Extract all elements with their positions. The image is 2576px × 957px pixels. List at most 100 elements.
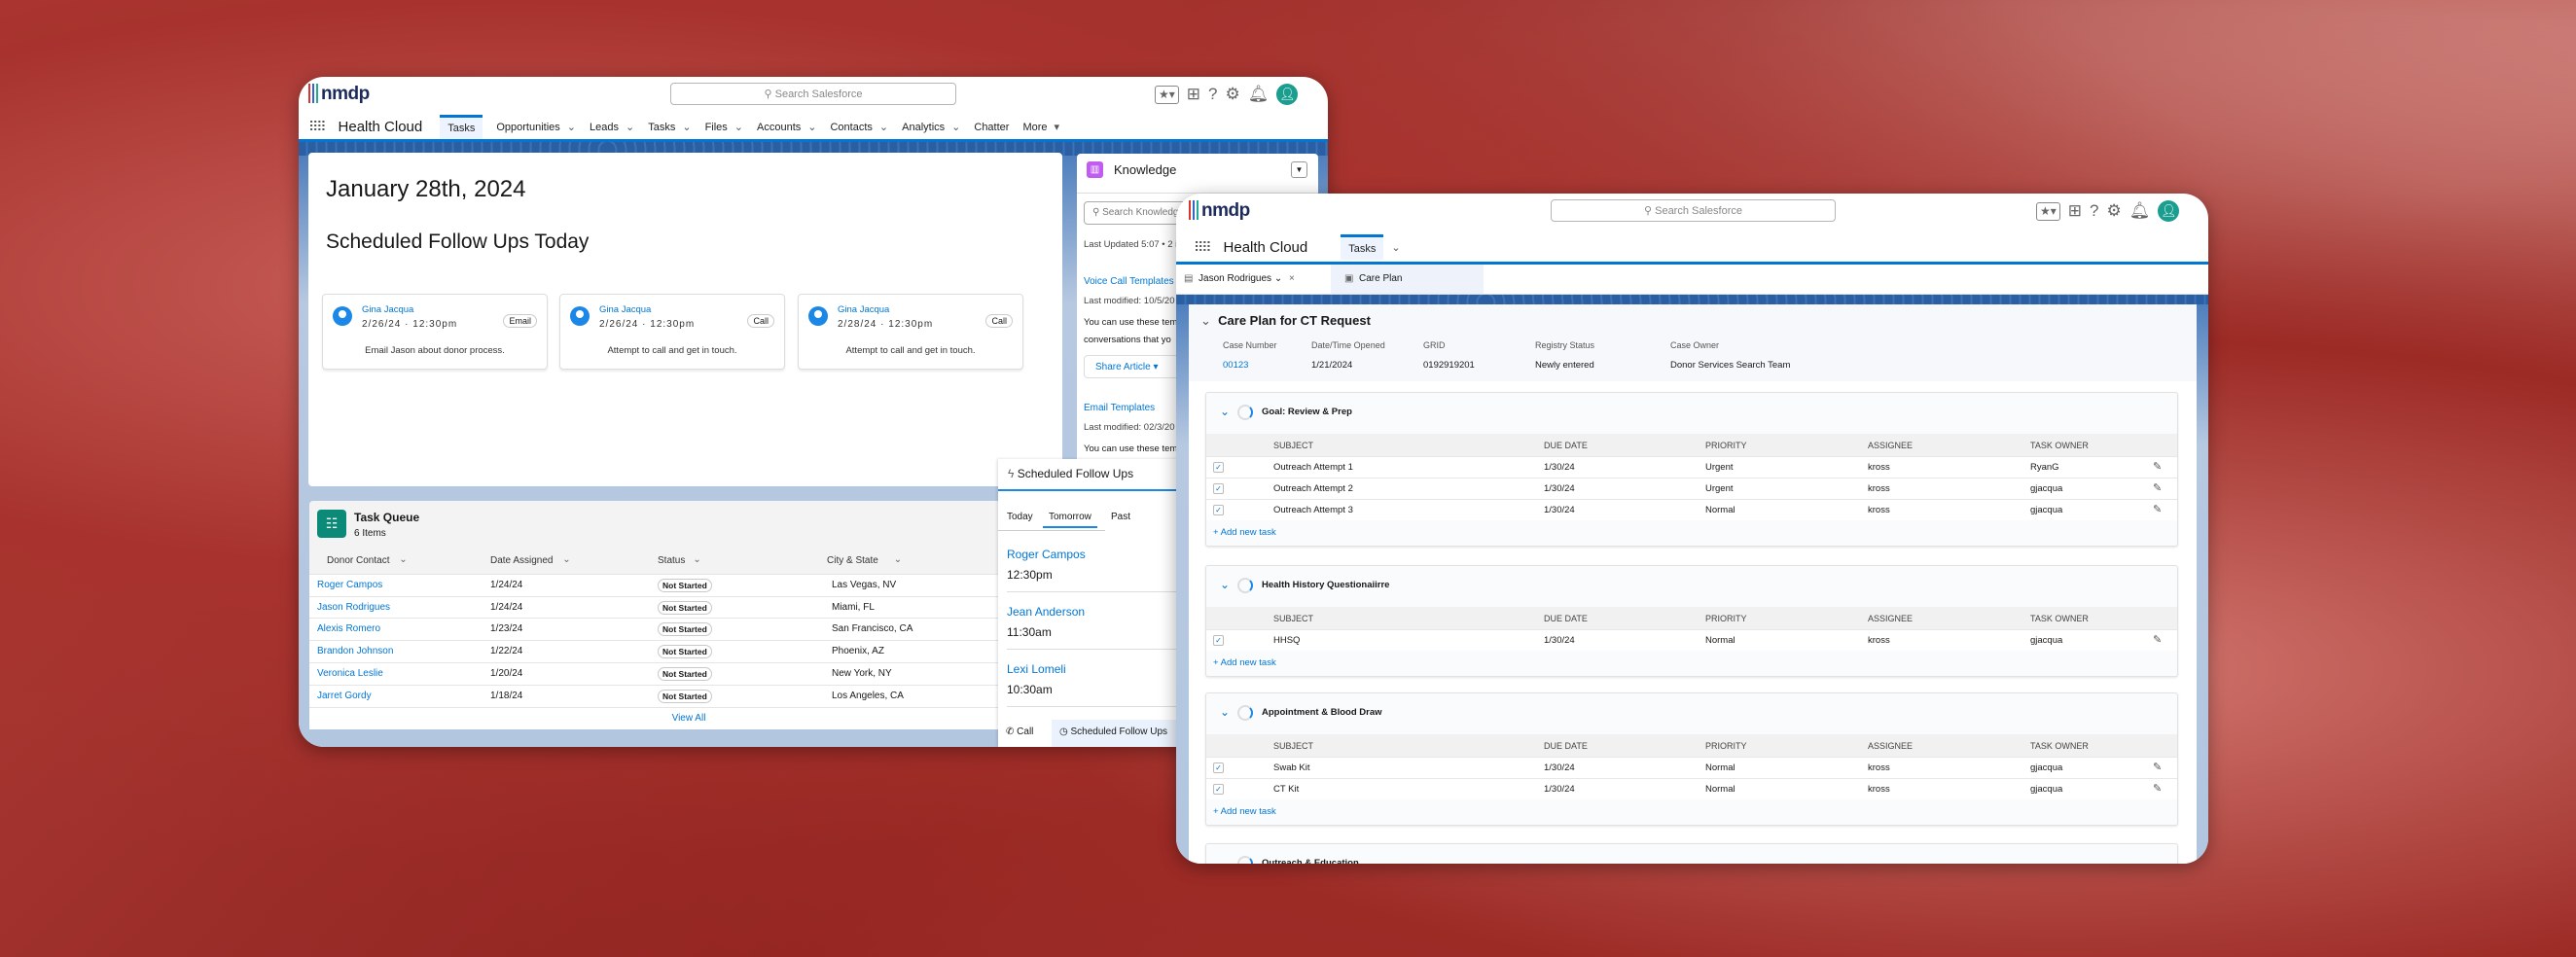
column-header[interactable]: Donor Contact — [327, 555, 389, 566]
nav-item-more[interactable]: More ▾ — [1022, 121, 1059, 133]
share-article-button[interactable]: Share Article ▾ — [1084, 355, 1191, 378]
scheduled-follow-ups-tab[interactable]: ◷ Scheduled Follow Ups — [1052, 720, 1183, 747]
column-header[interactable]: City & State — [827, 555, 878, 566]
user-avatar[interactable]: 👤︎ — [1276, 84, 1299, 105]
help-icon[interactable]: ? — [2090, 201, 2098, 221]
donor-contact-link[interactable]: Roger Campos — [317, 580, 382, 590]
tab-tasks[interactable]: Tasks — [1341, 234, 1384, 260]
chevron-down-icon[interactable]: ⌄ — [682, 122, 691, 133]
task-checkbox[interactable]: ✓ — [1213, 483, 1224, 494]
article-link[interactable]: Email Templates — [1084, 403, 1155, 413]
health-cloud-home-window: nmdp ⚲ Search Salesforce ★▾ ⊞? ⚙ 🔔︎ 👤︎ ⠿⠿… — [299, 77, 1328, 747]
nav-item-analytics[interactable]: Analytics ⌄ — [902, 121, 960, 133]
contact-name-link[interactable]: Gina Jacqua — [599, 304, 651, 315]
chevron-down-icon[interactable]: ⌄ — [807, 122, 816, 133]
nav-item-opportunities[interactable]: Opportunities ⌄ — [496, 121, 576, 133]
follow-up-card[interactable]: Gina Jacqua 2/26/24 · 12:30pm Email Email J… — [322, 294, 548, 370]
bell-icon[interactable]: 🔔︎ — [1248, 85, 1270, 104]
nav-item-contacts[interactable]: Contacts ⌄ — [830, 121, 888, 133]
chevron-down-icon[interactable]: ⌄ — [567, 122, 576, 133]
sort-chevron-icon[interactable]: ⌄ — [562, 554, 570, 565]
task-checkbox[interactable]: ✓ — [1213, 635, 1224, 646]
task-checkbox[interactable]: ✓ — [1213, 462, 1224, 473]
collapse-chevron-icon[interactable]: ⌄ — [1220, 705, 1230, 719]
task-queue-icon: ☷ — [317, 510, 346, 538]
tab-today[interactable]: Today — [1007, 512, 1033, 522]
follow-up-card[interactable]: Gina Jacqua 2/26/24 · 12:30pm Call Attempt … — [559, 294, 785, 370]
help-icon[interactable]: ? — [1208, 85, 1217, 104]
edit-pencil-icon[interactable]: ✎ — [2153, 481, 2162, 494]
add-icon[interactable]: ⊞ — [1187, 85, 1200, 104]
column-header[interactable]: Status — [658, 555, 685, 566]
app-launcher-icon[interactable]: ⠿⠿ — [1194, 239, 1211, 256]
nav-item-leads[interactable]: Leads ⌄ — [590, 121, 634, 133]
contact-name-link[interactable]: Gina Jacqua — [838, 304, 889, 315]
global-search-input[interactable]: ⚲ Search Salesforce — [1551, 199, 1836, 222]
add-new-task-button[interactable]: + Add new task — [1213, 806, 1276, 817]
nav-item-files[interactable]: Files ⌄ — [705, 121, 743, 133]
nav-item-chatter[interactable]: Chatter — [974, 122, 1009, 133]
case-number-link[interactable]: 00123 — [1223, 360, 1248, 371]
donor-contact-link[interactable]: Jason Rodrigues — [317, 602, 390, 613]
task-checkbox[interactable]: ✓ — [1213, 762, 1224, 773]
donor-contact-link[interactable]: Veronica Leslie — [317, 668, 383, 679]
global-search-input[interactable]: ⚲ Search Salesforce — [670, 83, 956, 105]
add-new-task-button[interactable]: + Add new task — [1213, 527, 1276, 538]
follow-up-card[interactable]: Gina Jacqua 2/28/24 · 12:30pm Call Attempt … — [798, 294, 1023, 370]
chevron-down-icon[interactable]: ⌄ — [626, 122, 634, 133]
goal-title: Outreach & Education — [1262, 858, 1359, 864]
donor-contact-link[interactable]: Jarret Gordy — [317, 691, 372, 701]
nav-item-accounts[interactable]: Accounts ⌄ — [757, 121, 816, 133]
subtab-jason-rodrigues[interactable]: ▤ Jason Rodrigues ⌄ × — [1184, 273, 1295, 284]
nmdp-logo[interactable]: nmdp — [308, 84, 370, 105]
edit-pencil-icon[interactable]: ✎ — [2153, 460, 2162, 473]
field-label: Date/Time Opened — [1311, 340, 1385, 350]
edit-pencil-icon[interactable]: ✎ — [2153, 633, 2162, 646]
favorites-star-icon[interactable]: ★▾ — [2036, 201, 2060, 221]
task-checkbox[interactable]: ✓ — [1213, 505, 1224, 515]
gear-icon[interactable]: ⚙ — [1226, 85, 1240, 104]
nmdp-logo[interactable]: nmdp — [1189, 200, 1250, 222]
chevron-down-icon[interactable]: ⌄ — [879, 122, 888, 133]
collapse-chevron-icon[interactable]: ⌄ — [1220, 856, 1230, 864]
favorites-star-icon[interactable]: ★▾ — [1155, 85, 1179, 104]
chevron-down-icon[interactable]: ⌄ — [951, 122, 960, 133]
edit-pencil-icon[interactable]: ✎ — [2153, 761, 2162, 773]
app-launcher-icon[interactable]: ⠿⠿ — [308, 119, 326, 135]
gear-icon[interactable]: ⚙ — [2107, 201, 2122, 221]
edit-pencil-icon[interactable]: ✎ — [2153, 503, 2162, 515]
follow-up-contact-link[interactable]: Lexi Lomeli — [1007, 662, 1066, 676]
column-header[interactable]: Date Assigned — [490, 555, 554, 566]
edit-pencil-icon[interactable]: ✎ — [2153, 782, 2162, 795]
follow-up-contact-link[interactable]: Roger Campos — [1007, 548, 1086, 561]
donor-contact-link[interactable]: Alexis Romero — [317, 623, 380, 634]
contact-name-link[interactable]: Gina Jacqua — [362, 304, 413, 315]
add-icon[interactable]: ⊞ — [2068, 201, 2082, 221]
tab-past[interactable]: Past — [1111, 512, 1130, 522]
sort-chevron-icon[interactable]: ⌄ — [399, 554, 407, 565]
collapse-chevron-icon[interactable]: ⌄ — [1200, 313, 1215, 328]
knowledge-dropdown-button[interactable]: ▼ — [1291, 161, 1307, 178]
follow-up-contact-link[interactable]: Jean Anderson — [1007, 605, 1085, 619]
chevron-down-icon[interactable]: ▾ — [1055, 122, 1060, 133]
nav-item-tasks[interactable]: Tasks ⌄ — [648, 121, 691, 133]
close-icon[interactable]: × — [1289, 273, 1295, 284]
chevron-down-icon[interactable]: ⌄ — [734, 122, 743, 133]
user-avatar[interactable]: 👤︎ — [2158, 200, 2180, 222]
donor-contact-link[interactable]: Brandon Johnson — [317, 646, 393, 656]
call-tab[interactable]: ✆ Call — [1006, 727, 1033, 737]
article-link[interactable]: Voice Call Templates — [1084, 276, 1174, 287]
sort-chevron-icon[interactable]: ⌄ — [693, 554, 700, 565]
add-new-task-button[interactable]: + Add new task — [1213, 657, 1276, 668]
bell-icon[interactable]: 🔔︎ — [2129, 201, 2151, 221]
sort-chevron-icon[interactable]: ⌄ — [894, 554, 902, 565]
collapse-chevron-icon[interactable]: ⌄ — [1220, 405, 1230, 418]
phone-icon: ✆ — [1006, 727, 1018, 737]
tab-tomorrow[interactable]: Tomorrow — [1043, 512, 1097, 528]
task-checkbox[interactable]: ✓ — [1213, 784, 1224, 795]
chevron-down-icon[interactable]: ⌄ — [1391, 241, 1400, 254]
collapse-chevron-icon[interactable]: ⌄ — [1220, 578, 1230, 591]
view-all-link[interactable]: View All — [672, 713, 706, 724]
subtab-care-plan[interactable]: ▣ Care Plan — [1331, 265, 1484, 294]
nav-item-tasks[interactable]: Tasks — [440, 114, 483, 140]
